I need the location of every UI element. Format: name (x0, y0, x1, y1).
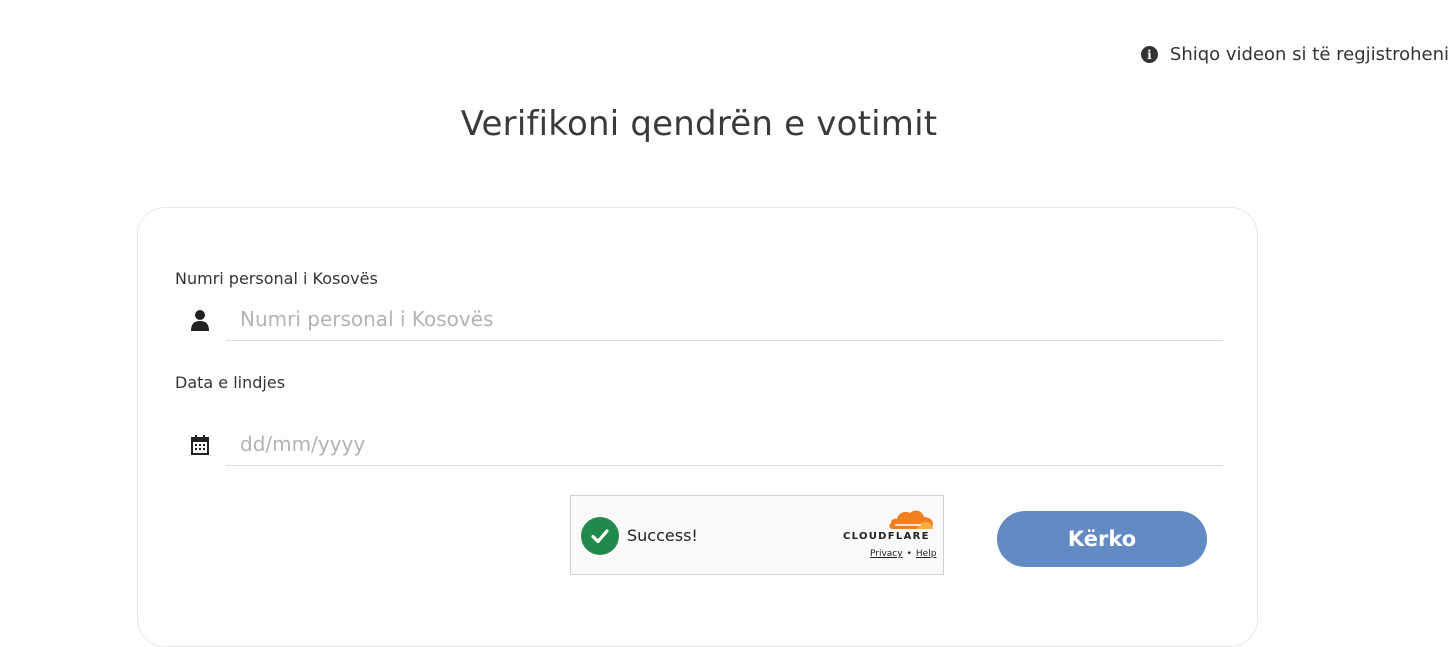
calendar-icon (191, 435, 209, 455)
watch-video-label: Shiqo videon si të regjistroheni (1169, 44, 1449, 65)
watch-video-link[interactable]: i Shiqo videon si të regjistroheni (1140, 44, 1449, 65)
personal-id-row (191, 300, 1223, 341)
success-check-icon (581, 517, 619, 555)
captcha-status-text: Success! (627, 526, 698, 545)
birth-date-label: Data e lindjes (175, 373, 286, 392)
personal-id-input[interactable] (240, 300, 1210, 338)
page-title: Verifikoni qendrën e votimit (460, 104, 938, 144)
user-icon (191, 310, 209, 331)
birth-date-row (191, 425, 1223, 466)
personal-id-label: Numri personal i Kosovës (175, 269, 378, 288)
birth-date-input[interactable] (240, 425, 1210, 463)
cloudflare-captcha-widget[interactable]: Success! CLOUDFLARE Privacy • Help (570, 495, 944, 575)
cloudflare-cloud-icon (889, 510, 933, 529)
captcha-privacy-link[interactable]: Privacy (870, 549, 903, 559)
captcha-links: Privacy • Help (870, 549, 936, 559)
info-icon: i (1140, 46, 1158, 63)
captcha-help-link[interactable]: Help (916, 549, 937, 559)
captcha-link-separator: • (906, 549, 912, 559)
verification-form-card: Numri personal i Kosovës Data e lindjes (137, 207, 1258, 647)
cloudflare-wordmark: CLOUDFLARE (843, 531, 930, 542)
search-button[interactable]: Kërko (997, 511, 1207, 567)
